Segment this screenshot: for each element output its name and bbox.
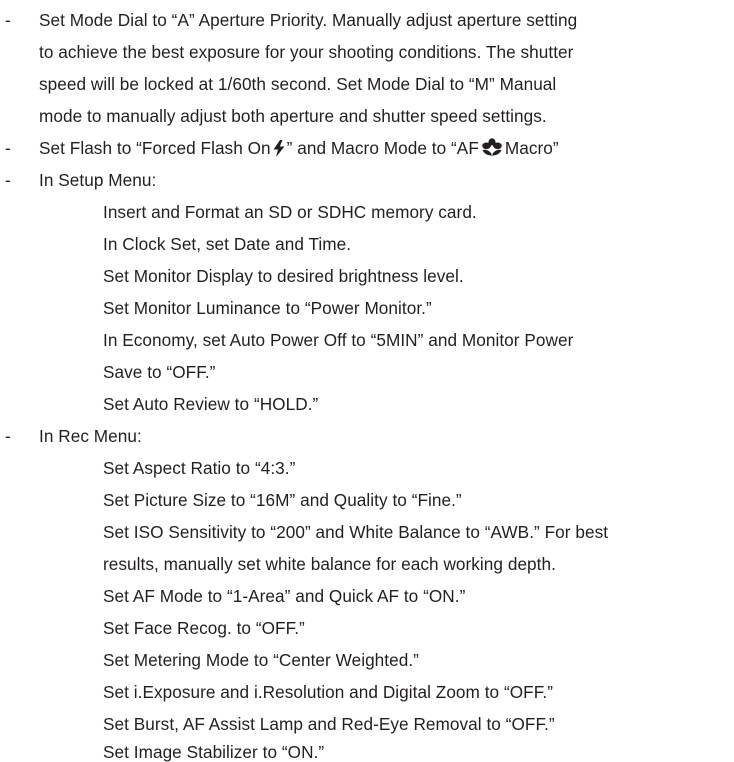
sub-item: Set Monitor Luminance to “Power Monitor.… <box>103 298 432 318</box>
sub-item: Insert and Format an SD or SDHC memory c… <box>103 202 477 222</box>
sub-item: Set Auto Review to “HOLD.” <box>103 394 319 414</box>
sub-item: results, manually set white balance for … <box>103 554 556 574</box>
macro-mode-text: ” and Macro Mode to “AF <box>286 138 479 158</box>
sub-item: In Clock Set, set Date and Time. <box>103 234 352 254</box>
sub-item: Set Aspect Ratio to “4:3.” <box>103 458 296 478</box>
macro-flower-icon <box>481 138 503 161</box>
macro-text: Macro” <box>504 138 559 158</box>
sub-item: In Economy, set Auto Power Off to “5MIN”… <box>103 330 574 350</box>
section-heading: In Setup Menu: <box>39 170 157 190</box>
sub-item: Set Image Stabilizer to “ON.” <box>103 742 325 762</box>
sub-item: Set AF Mode to “1-Area” and Quick AF to … <box>103 586 466 606</box>
sub-item: Save to “OFF.” <box>103 362 216 382</box>
bullet-dash: - <box>5 170 11 190</box>
bullet-dash: - <box>5 426 11 446</box>
bullet-dash: - <box>5 138 11 158</box>
paragraph-line: Set Mode Dial to “A” Aperture Priority. … <box>39 10 578 30</box>
sub-item: Set ISO Sensitivity to “200” and White B… <box>103 522 609 542</box>
flash-text: Set Flash to “Forced Flash On <box>39 138 271 158</box>
paragraph-line: mode to manually adjust both aperture an… <box>39 106 547 126</box>
flash-macro-line: Set Flash to “Forced Flash On ” and Macro… <box>39 138 559 161</box>
bullet-dash: - <box>5 10 11 30</box>
sub-item: Set Face Recog. to “OFF.” <box>103 618 305 638</box>
paragraph-line: to achieve the best exposure for your sh… <box>39 42 574 62</box>
sub-item: Set Picture Size to “16M” and Quality to… <box>103 490 462 510</box>
sub-item: Set Burst, AF Assist Lamp and Red-Eye Re… <box>103 714 555 734</box>
section-heading: In Rec Menu: <box>39 426 142 446</box>
sub-item: Set Metering Mode to “Center Weighted.” <box>103 650 419 670</box>
document-page: - Set Mode Dial to “A” Aperture Priority… <box>0 0 734 762</box>
sub-item: Set i.Exposure and i.Resolution and Digi… <box>103 682 553 702</box>
sub-item: Set Monitor Display to desired brightnes… <box>103 266 464 286</box>
flash-icon <box>273 140 285 161</box>
paragraph-line: speed will be locked at 1/60th second. S… <box>39 74 557 94</box>
